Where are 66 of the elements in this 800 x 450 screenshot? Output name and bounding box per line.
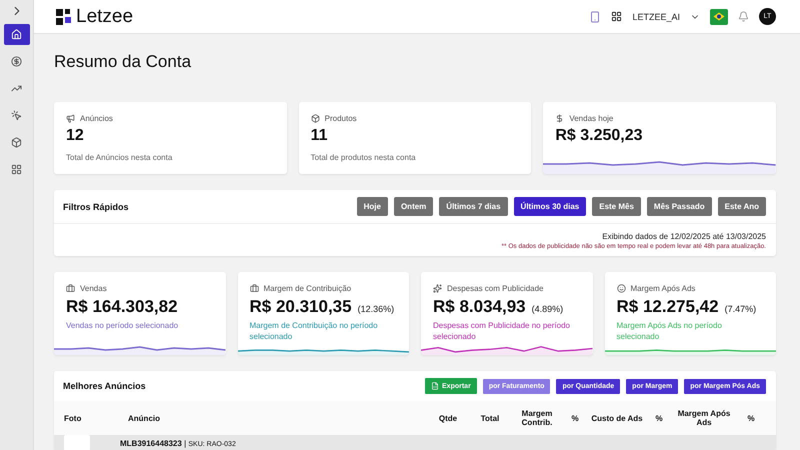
card-icon xyxy=(66,284,75,293)
column-header: % xyxy=(654,414,664,422)
metric-value: R$ 20.310,35 xyxy=(250,297,352,317)
card-label: Anúncios xyxy=(80,114,113,123)
card-value: R$ 3.250,23 xyxy=(555,127,644,145)
notification-icon[interactable] xyxy=(738,11,749,22)
filter-button[interactable]: Últimos 30 dias xyxy=(514,197,586,216)
account-logo-icon xyxy=(611,11,622,22)
metric-percent: (7.47%) xyxy=(724,304,756,314)
column-header: Custo de Ads xyxy=(590,414,644,422)
metric-value: R$ 12.275,42 xyxy=(616,297,719,317)
card-label: Margem de Contribuição xyxy=(264,284,352,293)
filter-button[interactable]: Hoje xyxy=(356,197,388,216)
panel-title: Melhores Anúncios xyxy=(63,381,146,391)
account-name[interactable]: LETZEE_AI xyxy=(632,12,680,22)
filter-button[interactable]: Ontem xyxy=(394,197,434,216)
metric-note: Margem de Contribuição no período selecionado xyxy=(250,321,379,343)
logo-icon xyxy=(56,8,72,24)
column-header: % xyxy=(570,414,580,422)
card-value: 12 xyxy=(66,127,85,145)
card-label: Vendas xyxy=(80,284,107,293)
column-header: Foto xyxy=(64,414,82,422)
card-icon xyxy=(250,284,258,293)
filter-button[interactable]: Últimos 7 dias xyxy=(439,197,508,216)
column-header: % xyxy=(746,414,756,422)
metric-note: Despesas com Publicidade no período selecionado xyxy=(433,321,571,343)
column-header: Margem Contrib. xyxy=(520,409,554,427)
filter-button[interactable]: Este Ano xyxy=(718,197,766,216)
card-icon xyxy=(433,284,442,293)
panel-title: Filtros Rápidos xyxy=(63,202,129,212)
home-icon xyxy=(11,29,22,40)
metric-value: R$ 164.303,82 xyxy=(66,297,178,317)
trend-icon xyxy=(11,83,22,94)
flag-icon[interactable] xyxy=(710,8,728,24)
card-icon xyxy=(66,114,75,123)
filter-button[interactable]: Este Mês xyxy=(592,197,641,216)
grid-icon xyxy=(11,164,22,175)
card-icon xyxy=(310,114,320,123)
money-icon xyxy=(11,56,22,67)
card-value: 11 xyxy=(310,127,329,145)
metric-note: Margem Após Ads no período selecionado xyxy=(616,321,723,343)
filter-button[interactable]: Mês Passado xyxy=(646,197,712,216)
metric-percent: (4.89%) xyxy=(532,304,564,314)
column-header: Anúncio xyxy=(128,414,161,422)
date-range: Exibindo dados de 12/02/2025 até 13/03/2025 xyxy=(601,232,766,241)
page-title: Resumo da Conta xyxy=(54,52,192,72)
click-icon xyxy=(11,110,22,121)
metric-percent: (12.36%) xyxy=(358,304,394,314)
phone-icon[interactable] xyxy=(589,10,602,22)
card-icon xyxy=(616,284,626,293)
column-header: Margem Após Ads xyxy=(676,409,732,427)
card-label: Vendas hoje xyxy=(569,114,614,123)
card-note: Total de Anúncios nesta conta xyxy=(66,153,174,164)
logo: Letzee xyxy=(56,6,134,28)
card-icon xyxy=(555,114,564,123)
box-icon xyxy=(11,137,22,148)
card-label: Produtos xyxy=(324,114,357,123)
card-note: Total de produtos nesta conta xyxy=(310,153,417,164)
card-label: Despesas com Publicidade xyxy=(447,284,544,293)
metric-value: R$ 8.034,93 xyxy=(433,297,526,317)
column-header: Qtde xyxy=(438,414,458,422)
spreadsheet-icon xyxy=(431,382,440,390)
sidebar-item[interactable] xyxy=(4,24,30,45)
column-header: Total xyxy=(480,414,500,422)
metric-note: Vendas no período selecionado xyxy=(66,321,180,332)
card-label: Margem Após Ads xyxy=(630,284,696,293)
